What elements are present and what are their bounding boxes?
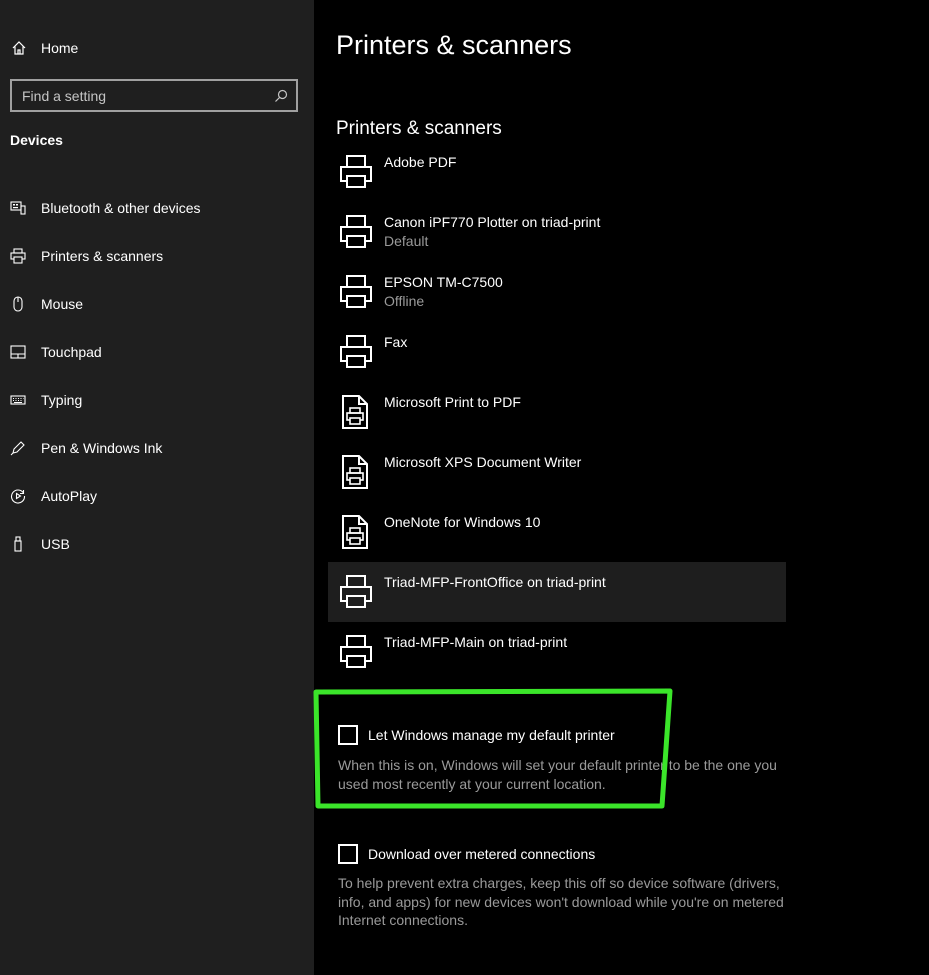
manage-default-printer-toggle[interactable]: Let Windows manage my default printer (338, 725, 615, 745)
device-name: Adobe PDF (384, 154, 457, 170)
sidebar-item-label: Pen & Windows Ink (41, 440, 163, 456)
device-name: OneNote for Windows 10 (384, 514, 541, 530)
device-item-selected[interactable]: Triad-MFP-FrontOffice on triad-print (328, 562, 786, 622)
page-title: Printers & scanners (336, 30, 572, 60)
sidebar-item-usb[interactable]: USB (0, 520, 314, 568)
bluetooth-devices-icon (9, 199, 27, 217)
device-item[interactable]: OneNote for Windows 10 (328, 502, 786, 562)
sidebar-item-label: Printers & scanners (41, 248, 164, 264)
printer-icon (340, 575, 372, 608)
device-name: Triad-MFP-FrontOffice on triad-print (384, 574, 606, 590)
sidebar-item-touchpad[interactable]: Touchpad (0, 328, 314, 376)
device-name: Microsoft XPS Document Writer (384, 454, 582, 470)
manage-default-description: When this is on, Windows will set your d… (338, 757, 777, 792)
device-list: Adobe PDF Canon iPF770 Plotter on triad-… (328, 142, 786, 682)
home-label: Home (41, 40, 79, 56)
home-icon (10, 39, 28, 57)
metered-description: To help prevent extra charges, keep this… (338, 875, 784, 928)
printer-icon (340, 155, 372, 188)
device-name: Microsoft Print to PDF (384, 394, 521, 410)
device-item[interactable]: EPSON TM-C7500 Offline (328, 262, 786, 322)
sidebar: Home Devices Bluetooth & other devices P… (0, 0, 314, 975)
device-name: EPSON TM-C7500 (384, 274, 503, 290)
device-name: Canon iPF770 Plotter on triad-print (384, 214, 601, 230)
search-input[interactable] (12, 86, 274, 105)
sidebar-item-label: Typing (41, 392, 83, 408)
sidebar-item-label: AutoPlay (41, 488, 98, 504)
device-name: Triad-MFP-Main on triad-print (384, 634, 568, 650)
search-icon[interactable] (274, 89, 288, 103)
main-content: Printers & scanners Printers & scanners … (314, 0, 929, 975)
printer-icon (340, 335, 372, 368)
sidebar-item-mouse[interactable]: Mouse (0, 280, 314, 328)
sidebar-item-label: USB (41, 536, 70, 552)
manage-default-label: Let Windows manage my default printer (368, 727, 615, 743)
device-status: Default (384, 233, 429, 249)
autoplay-icon (9, 487, 27, 505)
printer-icon (340, 215, 372, 248)
printer-icon (340, 635, 372, 668)
sidebar-item-label: Touchpad (41, 344, 102, 360)
printer-icon (340, 275, 372, 308)
metered-connections-toggle[interactable]: Download over metered connections (338, 844, 595, 864)
device-item[interactable]: Canon iPF770 Plotter on triad-print Defau… (328, 202, 786, 262)
usb-icon (9, 535, 27, 553)
device-status: Offline (384, 293, 425, 309)
sidebar-item-autoplay[interactable]: AutoPlay (0, 472, 314, 520)
section-title: Printers & scanners (336, 118, 502, 139)
sidebar-nav: Bluetooth & other devices Printers & sca… (0, 184, 314, 568)
home-link[interactable]: Home (10, 36, 78, 60)
device-item[interactable]: Triad-MFP-Main on triad-print (328, 622, 786, 682)
document-printer-icon (342, 515, 368, 549)
manage-default-checkbox[interactable] (338, 725, 358, 745)
document-printer-icon (342, 395, 368, 429)
sidebar-section-title: Devices (10, 132, 63, 148)
sidebar-item-typing[interactable]: Typing (0, 376, 314, 424)
touchpad-icon (9, 343, 27, 361)
pen-icon (9, 439, 27, 457)
sidebar-item-bluetooth[interactable]: Bluetooth & other devices (0, 184, 314, 232)
printer-icon (9, 247, 27, 265)
metered-label: Download over metered connections (368, 846, 596, 862)
keyboard-icon (9, 391, 27, 409)
device-item[interactable]: Microsoft XPS Document Writer (328, 442, 786, 502)
device-item[interactable]: Microsoft Print to PDF (328, 382, 786, 442)
metered-checkbox[interactable] (338, 844, 358, 864)
mouse-icon (9, 295, 27, 313)
document-printer-icon (342, 455, 368, 489)
sidebar-item-label: Bluetooth & other devices (41, 200, 201, 216)
sidebar-item-pen[interactable]: Pen & Windows Ink (0, 424, 314, 472)
sidebar-item-label: Mouse (41, 296, 84, 312)
device-item[interactable]: Adobe PDF (328, 142, 786, 202)
search-box[interactable] (10, 79, 298, 112)
device-item[interactable]: Fax (328, 322, 786, 382)
sidebar-item-printers[interactable]: Printers & scanners (0, 232, 314, 280)
device-name: Fax (384, 334, 408, 350)
